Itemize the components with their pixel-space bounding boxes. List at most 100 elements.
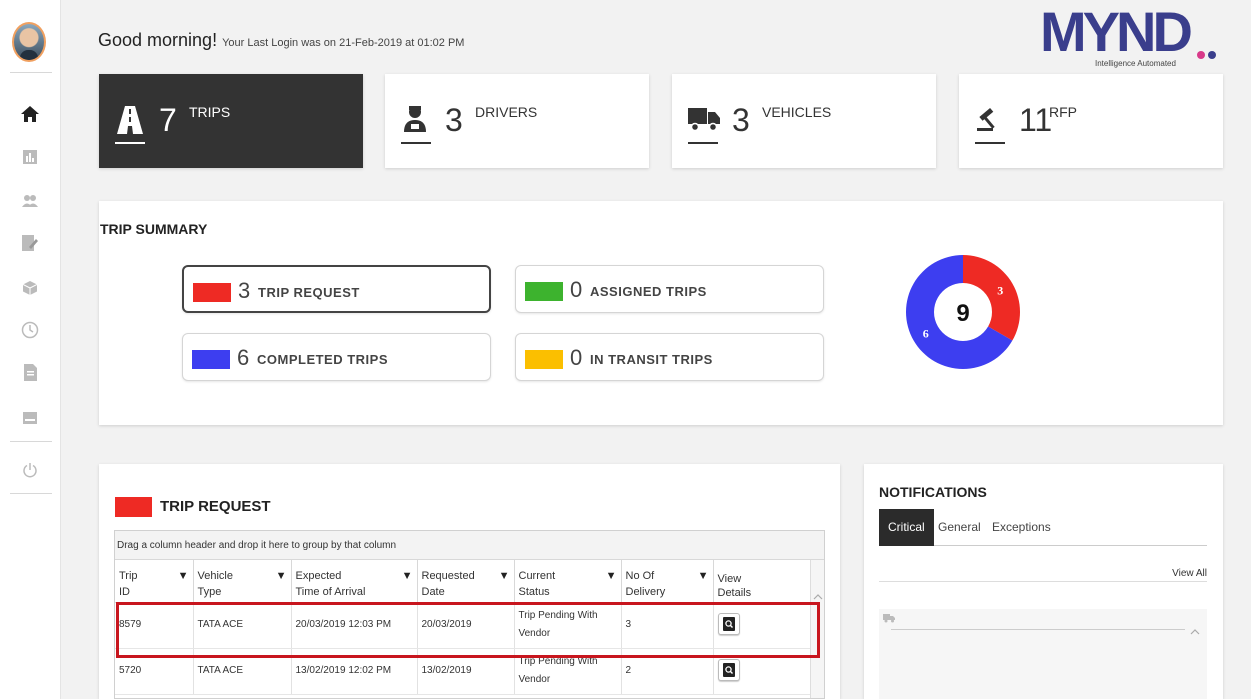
- reports-icon[interactable]: [20, 147, 40, 167]
- power-icon[interactable]: [20, 460, 40, 480]
- trip-request-swatch: [115, 497, 152, 517]
- column-header-vehicle-type[interactable]: Vehicle Type ▼: [193, 560, 292, 603]
- summary-completed-trips[interactable]: 6 COMPLETED TRIPS: [182, 333, 491, 381]
- file-icon[interactable]: [20, 362, 40, 382]
- view-document-icon: [722, 616, 735, 631]
- trip-summary-panel: TRIP SUMMARY 3 TRIP REQUEST 0 ASSIGNED T…: [99, 201, 1223, 425]
- header-line: Current: [518, 570, 556, 582]
- stat-label: RFP: [1049, 104, 1077, 120]
- header-line: Expected: [295, 570, 342, 582]
- header-line: Trip: [119, 570, 138, 582]
- stat-card-trips[interactable]: 7 TRIPS: [99, 74, 363, 168]
- view-document-icon: [722, 662, 735, 677]
- edit-document-icon[interactable]: [20, 234, 40, 254]
- header-line: Details: [717, 587, 752, 599]
- filter-icon[interactable]: ▼: [698, 568, 709, 584]
- stat-value: 3: [445, 102, 463, 138]
- legend-label: IN TRANSIT TRIPS: [590, 352, 713, 367]
- stat-value: 11: [1019, 102, 1053, 138]
- chevron-up-icon[interactable]: [1189, 627, 1201, 637]
- view-details-button[interactable]: [717, 612, 740, 635]
- legend-count: 0: [570, 277, 583, 302]
- cell-view-details: [713, 602, 812, 649]
- stat-card-drivers[interactable]: 3 DRIVERS: [385, 74, 649, 168]
- cell-no-of-delivery: 3: [621, 602, 714, 649]
- view-all-link[interactable]: View All: [1172, 568, 1207, 579]
- header-line: Date: [421, 586, 445, 598]
- stat-label: DRIVERS: [475, 104, 538, 120]
- filter-icon[interactable]: ▼: [178, 568, 189, 584]
- column-header-expected-arrival[interactable]: Expected Time of Arrival ▼: [291, 560, 418, 603]
- truck-icon: [688, 104, 720, 144]
- tab-general[interactable]: General: [929, 509, 990, 546]
- notifications-divider: [879, 581, 1207, 582]
- stat-label: VEHICLES: [762, 104, 832, 120]
- cell-requested-date: 13/02/2019: [417, 648, 515, 695]
- cell-requested-date: 20/03/2019: [417, 602, 515, 649]
- filter-icon[interactable]: ▼: [402, 568, 413, 584]
- tab-exceptions[interactable]: Exceptions: [983, 509, 1060, 546]
- history-icon[interactable]: [20, 320, 40, 340]
- table-header-row: Trip ID ▼ Vehicle Type ▼ Expected Time of Arr…: [115, 560, 812, 603]
- column-header-current-status[interactable]: Current Status ▼: [514, 560, 622, 603]
- trip-summary-donut[interactable]: 9 3 6: [905, 237, 1025, 387]
- legend-swatch: [192, 350, 230, 369]
- table-scrollbar[interactable]: [810, 560, 824, 698]
- notifications-panel: NOTIFICATIONS Critical General Exception…: [864, 464, 1223, 699]
- header-line: Vehicle: [197, 570, 233, 582]
- legend-swatch: [525, 282, 563, 301]
- view-details-button[interactable]: [717, 658, 740, 681]
- stat-card-rfp[interactable]: 11 RFP: [959, 74, 1223, 168]
- filter-icon[interactable]: ▼: [499, 568, 510, 584]
- filter-icon[interactable]: ▼: [606, 568, 617, 584]
- header-line: Requested: [421, 570, 475, 582]
- header-line: Delivery: [625, 586, 666, 598]
- sidebar: [0, 0, 61, 699]
- summary-trip-request[interactable]: 3 TRIP REQUEST: [182, 265, 491, 313]
- donut-slice[interactable]: [963, 255, 1020, 341]
- header-line: View: [717, 573, 742, 585]
- donut-total: 9: [956, 300, 969, 327]
- summary-in-transit-trips[interactable]: 0 IN TRANSIT TRIPS: [515, 333, 824, 381]
- avatar[interactable]: [12, 22, 46, 62]
- users-icon[interactable]: [20, 191, 40, 211]
- tab-critical[interactable]: Critical: [879, 509, 934, 546]
- sidebar-divider: [10, 72, 52, 73]
- cell-expected-arrival: 13/02/2019 12:02 PM: [291, 648, 418, 695]
- cell-current-status: Trip Pending With Vendor: [514, 602, 622, 649]
- column-header-requested-date[interactable]: Requested Date ▼: [417, 560, 515, 603]
- table-row[interactable]: 5720 TATA ACE 13/02/2019 12:02 PM 13/02/…: [115, 648, 812, 695]
- table-row[interactable]: 8579 TATA ACE 20/03/2019 12:03 PM 20/03/…: [115, 602, 812, 649]
- greeting: Good morning! Your Last Login was on 21-…: [98, 30, 464, 51]
- cell-trip-id: 5720: [115, 648, 194, 695]
- home-icon[interactable]: [20, 104, 40, 124]
- legend-count: 0: [570, 345, 583, 370]
- legend-swatch: [193, 283, 231, 302]
- cell-vehicle-type: TATA ACE: [193, 648, 292, 695]
- logo-dots: [1197, 46, 1219, 64]
- billing-icon[interactable]: [20, 408, 40, 428]
- stat-value: 3: [732, 102, 750, 138]
- header-line: Time of Arrival: [295, 586, 366, 598]
- notifications-list[interactable]: [879, 609, 1207, 699]
- summary-assigned-trips[interactable]: 0 ASSIGNED TRIPS: [515, 265, 824, 313]
- trip-summary-title: TRIP SUMMARY: [100, 221, 208, 237]
- legend-label: ASSIGNED TRIPS: [590, 284, 707, 299]
- header-line: No Of: [625, 570, 655, 582]
- group-by-bar[interactable]: Drag a column header and drop it here to…: [115, 531, 824, 560]
- scroll-up-icon[interactable]: [812, 592, 824, 602]
- stat-value: 7: [159, 102, 177, 138]
- column-header-trip-id[interactable]: Trip ID ▼: [115, 560, 194, 603]
- legend-label: COMPLETED TRIPS: [257, 352, 389, 367]
- filter-icon[interactable]: ▼: [276, 568, 287, 584]
- header-line: ID: [119, 586, 130, 598]
- column-header-no-of-delivery[interactable]: No Of Delivery ▼: [621, 560, 714, 603]
- header-line: Type: [197, 586, 222, 598]
- stat-card-vehicles[interactable]: 3 VEHICLES: [672, 74, 936, 168]
- donut-slice-label: 6: [923, 327, 929, 341]
- trip-request-title: TRIP REQUEST: [160, 498, 271, 515]
- package-icon[interactable]: [20, 278, 40, 298]
- cell-view-details: [713, 648, 812, 695]
- trip-request-table: Trip ID ▼ Vehicle Type ▼ Expected Time of Arr…: [115, 560, 812, 695]
- logo-tagline: Intelligence Automated: [1095, 59, 1176, 68]
